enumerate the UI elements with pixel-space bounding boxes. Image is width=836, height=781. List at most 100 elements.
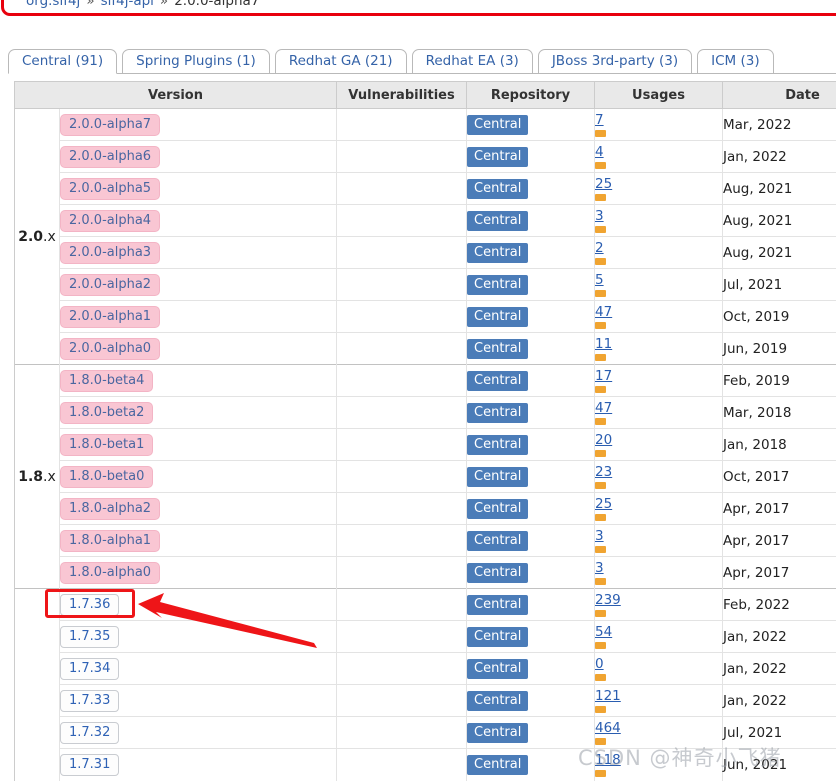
repository-badge[interactable]: Central	[467, 307, 528, 327]
tab-spring-plugins-1[interactable]: Spring Plugins (1)	[122, 49, 270, 74]
tab-central-91[interactable]: Central (91)	[8, 49, 117, 74]
vulnerabilities-cell	[337, 333, 467, 365]
usages-count-link[interactable]: 47	[595, 306, 612, 319]
version-link[interactable]: 2.0.0-alpha6	[60, 146, 160, 168]
version-link[interactable]: 1.7.32	[60, 722, 119, 744]
repository-badge[interactable]: Central	[467, 403, 528, 423]
table-row: 2.0.0-alpha2 Central 5 Jul, 2021	[15, 269, 836, 301]
vulnerabilities-cell	[337, 461, 467, 493]
repository-badge[interactable]: Central	[467, 723, 528, 743]
usages-count-link[interactable]: 5	[595, 274, 604, 287]
usages-count-link[interactable]: 47	[595, 402, 612, 415]
usages-count-link[interactable]: 11	[595, 338, 612, 351]
repository-badge[interactable]: Central	[467, 531, 528, 551]
vulnerabilities-cell	[337, 397, 467, 429]
date-cell: Jul, 2021	[723, 269, 836, 301]
repository-badge[interactable]: Central	[467, 659, 528, 679]
vulnerabilities-cell	[337, 557, 467, 589]
table-row: 1.7.35Central54Jan, 2022	[15, 621, 836, 653]
version-link[interactable]: 2.0.0-alpha0	[60, 338, 160, 360]
repository-badge[interactable]: Central	[467, 275, 528, 295]
usages-count-link[interactable]: 7	[595, 114, 604, 127]
version-link[interactable]: 2.0.0-alpha2	[60, 274, 160, 296]
usages-count-link[interactable]: 17	[595, 370, 612, 383]
version-link[interactable]: 1.8.0-alpha2	[60, 498, 160, 520]
tab-icm-3[interactable]: ICM (3)	[697, 49, 773, 74]
version-link[interactable]: 1.8.0-beta2	[60, 402, 153, 424]
usage-bar-icon	[595, 738, 606, 745]
version-link[interactable]: 1.7.35	[60, 626, 119, 648]
repository-badge[interactable]: Central	[467, 499, 528, 519]
vulnerabilities-cell	[337, 429, 467, 461]
repository-badge[interactable]: Central	[467, 211, 528, 231]
repository-badge[interactable]: Central	[467, 563, 528, 583]
date-cell: Aug, 2021	[723, 237, 836, 269]
repository-badge[interactable]: Central	[467, 595, 528, 615]
version-link[interactable]: 1.8.0-beta1	[60, 434, 153, 456]
usages-count-link[interactable]: 118	[595, 754, 621, 767]
repository-badge[interactable]: Central	[467, 691, 528, 711]
usage-bar-icon	[595, 578, 606, 585]
table-row: 2.0.0-alpha1Central47Oct, 2019	[15, 301, 836, 333]
usages-count-link[interactable]: 25	[595, 178, 612, 191]
version-link[interactable]: 1.7.31	[60, 754, 119, 776]
usage-bar-icon	[595, 386, 606, 393]
vulnerabilities-cell	[337, 525, 467, 557]
usages-count-link[interactable]: 25	[595, 498, 612, 511]
table-row: 1.7.36Central239Feb, 2022	[15, 589, 836, 621]
repository-badge[interactable]: Central	[467, 179, 528, 199]
version-link[interactable]: 1.7.33	[60, 690, 119, 712]
version-link[interactable]: 1.7.34	[60, 658, 119, 680]
tab-redhat-ea-3[interactable]: Redhat EA (3)	[412, 49, 533, 74]
usages-count-link[interactable]: 121	[595, 690, 621, 703]
repository-badge[interactable]: Central	[467, 147, 528, 167]
breadcrumb-link[interactable]: org.slf4j	[26, 0, 80, 9]
table-row: 1.8.0-alpha0Central3Apr, 2017	[15, 557, 836, 589]
version-link[interactable]: 2.0.0-alpha3	[60, 242, 160, 264]
usages-count-link[interactable]: 0	[595, 658, 604, 671]
table-row: 1.8.x1.8.0-beta4Central17Feb, 2019	[15, 365, 836, 397]
table-row: 2.0.0-alpha5Central25Aug, 2021	[15, 173, 836, 205]
vulnerabilities-cell	[337, 749, 467, 781]
repository-badge[interactable]: Central	[467, 339, 528, 359]
repository-badge[interactable]: Central	[467, 371, 528, 391]
column-header-repository: Repository	[467, 82, 595, 109]
usage-bar-icon	[595, 322, 606, 329]
repository-badge[interactable]: Central	[467, 115, 528, 135]
usages-count-link[interactable]: 3	[595, 530, 604, 543]
version-link[interactable]: 2.0.0-alpha7	[60, 114, 160, 136]
repository-badge[interactable]: Central	[467, 627, 528, 647]
usages-count-link[interactable]: 3	[595, 210, 604, 223]
version-link[interactable]: 1.8.0-beta4	[60, 370, 153, 392]
repository-badge[interactable]: Central	[467, 243, 528, 263]
version-group-label: 1.8.x	[15, 365, 60, 589]
usages-count-link[interactable]: 3	[595, 562, 604, 575]
usages-count-link[interactable]: 239	[595, 594, 621, 607]
usages-count-link[interactable]: 2	[595, 242, 604, 255]
vulnerabilities-cell	[337, 173, 467, 205]
usage-bar-icon	[595, 450, 606, 457]
version-link[interactable]: 2.0.0-alpha4	[60, 210, 160, 232]
tab-redhat-ga-21[interactable]: Redhat GA (21)	[275, 49, 407, 74]
version-link[interactable]: 1.8.0-alpha0	[60, 562, 160, 584]
usages-count-link[interactable]: 4	[595, 146, 604, 159]
version-link-highlighted[interactable]: 1.7.36	[60, 594, 119, 616]
repository-badge[interactable]: Central	[467, 755, 528, 775]
usage-bar-icon	[595, 610, 606, 617]
table-row: 1.8.0-alpha1Central3Apr, 2017	[15, 525, 836, 557]
usages-count-link[interactable]: 54	[595, 626, 612, 639]
column-header-vulnerabilities: Vulnerabilities	[337, 82, 467, 109]
usages-count-link[interactable]: 20	[595, 434, 612, 447]
version-link[interactable]: 1.8.0-beta0	[60, 466, 153, 488]
repository-badge[interactable]: Central	[467, 435, 528, 455]
version-link[interactable]: 2.0.0-alpha1	[60, 306, 160, 328]
usages-count-link[interactable]: 23	[595, 466, 612, 479]
version-link[interactable]: 2.0.0-alpha5	[60, 178, 160, 200]
tab-jboss-3rd-party-3[interactable]: JBoss 3rd-party (3)	[538, 49, 692, 74]
repository-badge[interactable]: Central	[467, 467, 528, 487]
usage-bar-icon	[595, 290, 606, 297]
usages-count-link[interactable]: 464	[595, 722, 621, 735]
version-link[interactable]: 1.8.0-alpha1	[60, 530, 160, 552]
breadcrumb-link[interactable]: slf4j-api	[101, 0, 154, 9]
usage-bar-icon	[595, 130, 606, 137]
